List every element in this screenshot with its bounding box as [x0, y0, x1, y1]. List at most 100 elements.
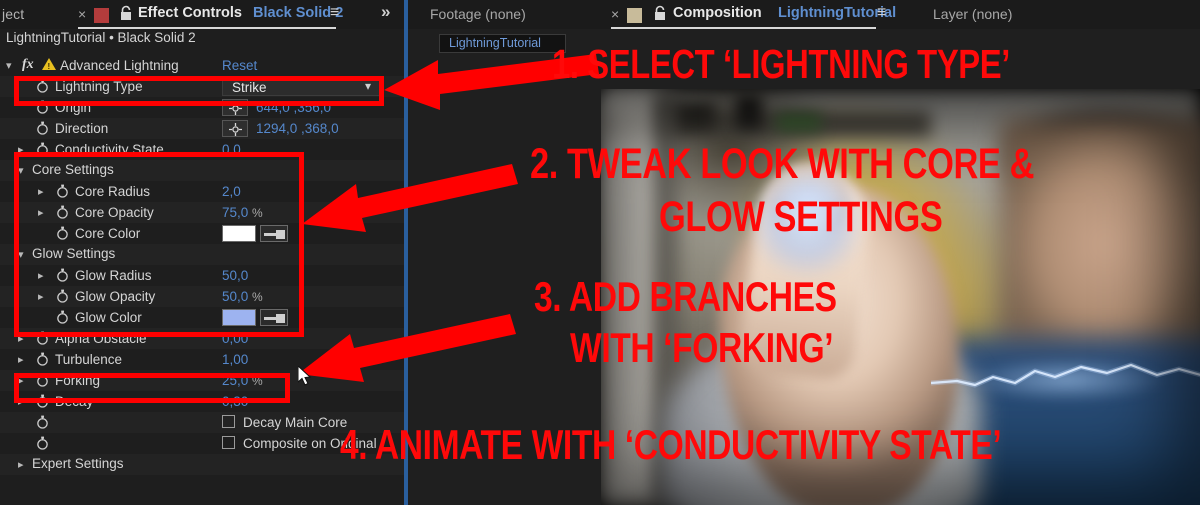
stopwatch-icon[interactable] — [36, 121, 49, 138]
property-label: Lightning Type — [55, 79, 143, 94]
property-label: Core Radius — [75, 184, 151, 199]
panel-title[interactable]: Effect Controls — [138, 5, 242, 21]
group-label: Core Settings — [32, 162, 114, 177]
effect-controls-panel: ject × Effect Controls Black Solid 2 ≡ »… — [0, 0, 404, 505]
twirl-down-icon[interactable]: ▾ — [6, 59, 12, 72]
stopwatch-icon[interactable] — [36, 373, 49, 390]
property-row[interactable]: Composite on Original — [0, 433, 404, 454]
stopwatch-icon[interactable] — [56, 268, 69, 285]
property-value[interactable]: 644,0 ,356,0 — [256, 100, 331, 115]
panel-title[interactable]: Composition — [673, 5, 762, 21]
property-row[interactable]: ▸ Conductivity State 0,0 — [0, 139, 404, 160]
panel-menu-icon[interactable]: ≡ — [330, 4, 339, 22]
lock-icon[interactable] — [119, 5, 133, 22]
stopwatch-icon[interactable] — [36, 142, 49, 159]
property-twirl-icon[interactable]: ▸ — [18, 395, 24, 408]
stopwatch-icon[interactable] — [56, 310, 69, 327]
property-twirl-icon[interactable]: ▸ — [38, 290, 44, 303]
property-row[interactable]: ▸ Glow Radius 50,0 — [0, 265, 404, 286]
effect-header-row[interactable]: ▾ fx! Advanced Lightning Reset — [0, 55, 404, 76]
stopwatch-icon[interactable] — [56, 184, 69, 201]
position-picker-button[interactable] — [222, 120, 248, 137]
property-row[interactable]: ▸ Turbulence 1,00 — [0, 349, 404, 370]
property-twirl-icon[interactable]: ▸ — [18, 332, 24, 345]
group-label: Glow Settings — [32, 246, 116, 261]
stopwatch-icon[interactable] — [36, 79, 49, 96]
property-row[interactable]: Core Color — [0, 223, 404, 244]
panel-menu-icon[interactable]: ≡ — [877, 4, 886, 22]
property-twirl-icon[interactable]: ▸ — [18, 374, 24, 387]
property-value[interactable]: 0,00 — [222, 331, 248, 346]
property-value[interactable]: 25,0 % — [222, 373, 263, 388]
property-twirl-icon[interactable]: ▸ — [18, 353, 24, 366]
property-label: Decay — [55, 394, 94, 409]
property-value[interactable]: 75,0 % — [222, 205, 263, 220]
layer-color-swatch — [94, 8, 109, 23]
lock-icon[interactable] — [653, 5, 667, 22]
property-row[interactable]: ▸ Glow Opacity 50,0 % — [0, 286, 404, 307]
checkbox-label: Decay Main Core — [243, 415, 348, 430]
fx-icon: fx — [22, 57, 34, 72]
property-twirl-icon[interactable]: ▸ — [38, 185, 44, 198]
checkbox[interactable] — [222, 415, 235, 428]
property-value[interactable]: 50,0 — [222, 268, 248, 283]
property-label: Direction — [55, 121, 109, 136]
property-row[interactable]: Glow Color — [0, 307, 404, 328]
property-value[interactable]: 0,0 — [222, 142, 241, 157]
stopwatch-icon[interactable] — [36, 352, 49, 369]
composition-viewer[interactable] — [601, 89, 1200, 505]
tab-project[interactable]: ject — [2, 6, 24, 22]
property-twirl-icon[interactable]: ▸ — [18, 143, 24, 156]
property-row[interactable]: ▸ Decay 0,30 — [0, 391, 404, 412]
close-icon[interactable]: × — [611, 6, 619, 22]
property-row[interactable]: ▾ Glow Settings — [0, 244, 404, 265]
active-tab-underline — [78, 27, 336, 29]
property-value[interactable]: 1,00 — [222, 352, 248, 367]
group-twirl-icon[interactable]: ▾ — [18, 164, 24, 177]
tab-footage[interactable]: Footage (none) — [430, 6, 526, 22]
property-row[interactable]: ▸ Forking 25,0 % — [0, 370, 404, 391]
property-row[interactable]: Lightning Type Strike ▾ — [0, 76, 404, 97]
stopwatch-icon[interactable] — [36, 100, 49, 117]
group-twirl-icon[interactable]: ▸ — [18, 458, 24, 471]
close-icon[interactable]: × — [78, 6, 86, 22]
property-row[interactable]: Decay Main Core — [0, 412, 404, 433]
property-row[interactable]: ▾ Core Settings — [0, 160, 404, 181]
property-value[interactable]: 50,0 % — [222, 289, 263, 304]
after-effects-screenshot: ject × Effect Controls Black Solid 2 ≡ »… — [0, 0, 1200, 505]
stopwatch-icon[interactable] — [36, 415, 49, 432]
property-row[interactable]: Origin 644,0 ,356,0 — [0, 97, 404, 118]
property-value[interactable]: 1294,0 ,368,0 — [256, 121, 339, 136]
color-swatch[interactable] — [222, 309, 256, 326]
property-row[interactable]: ▸ Core Radius 2,0 — [0, 181, 404, 202]
stopwatch-icon[interactable] — [36, 331, 49, 348]
checkbox[interactable] — [222, 436, 235, 449]
stopwatch-icon[interactable] — [56, 289, 69, 306]
video-frame — [601, 89, 1200, 505]
group-label: Expert Settings — [32, 456, 124, 471]
color-swatch[interactable] — [222, 225, 256, 242]
more-tabs-icon[interactable]: » — [381, 2, 390, 22]
property-twirl-icon[interactable]: ▸ — [38, 269, 44, 282]
property-row[interactable]: ▸ Core Opacity 75,0 % — [0, 202, 404, 223]
property-list: ▾ fx! Advanced Lightning Reset Lightning Typ… — [0, 55, 404, 475]
property-row[interactable]: ▸ Expert Settings — [0, 454, 404, 475]
stopwatch-icon[interactable] — [36, 436, 49, 453]
property-label: Origin — [55, 100, 92, 115]
property-row[interactable]: Direction 1294,0 ,368,0 — [0, 118, 404, 139]
eyedropper-icon[interactable] — [260, 225, 288, 242]
stopwatch-icon[interactable] — [36, 394, 49, 411]
property-twirl-icon[interactable]: ▸ — [38, 206, 44, 219]
property-value[interactable]: 0,30 — [222, 394, 248, 409]
stopwatch-icon[interactable] — [56, 205, 69, 222]
tab-layer[interactable]: Layer (none) — [933, 6, 1012, 22]
eyedropper-icon[interactable] — [260, 309, 288, 326]
lightning-type-dropdown[interactable]: Strike ▾ — [222, 78, 380, 96]
reset-button[interactable]: Reset — [222, 58, 257, 73]
comp-sub-tab[interactable]: LightningTutorial — [439, 34, 566, 53]
property-row[interactable]: ▸ Alpha Obstacle 0,00 — [0, 328, 404, 349]
property-value[interactable]: 2,0 — [222, 184, 241, 199]
stopwatch-icon[interactable] — [56, 226, 69, 243]
position-picker-button[interactable] — [222, 99, 248, 116]
group-twirl-icon[interactable]: ▾ — [18, 248, 24, 261]
